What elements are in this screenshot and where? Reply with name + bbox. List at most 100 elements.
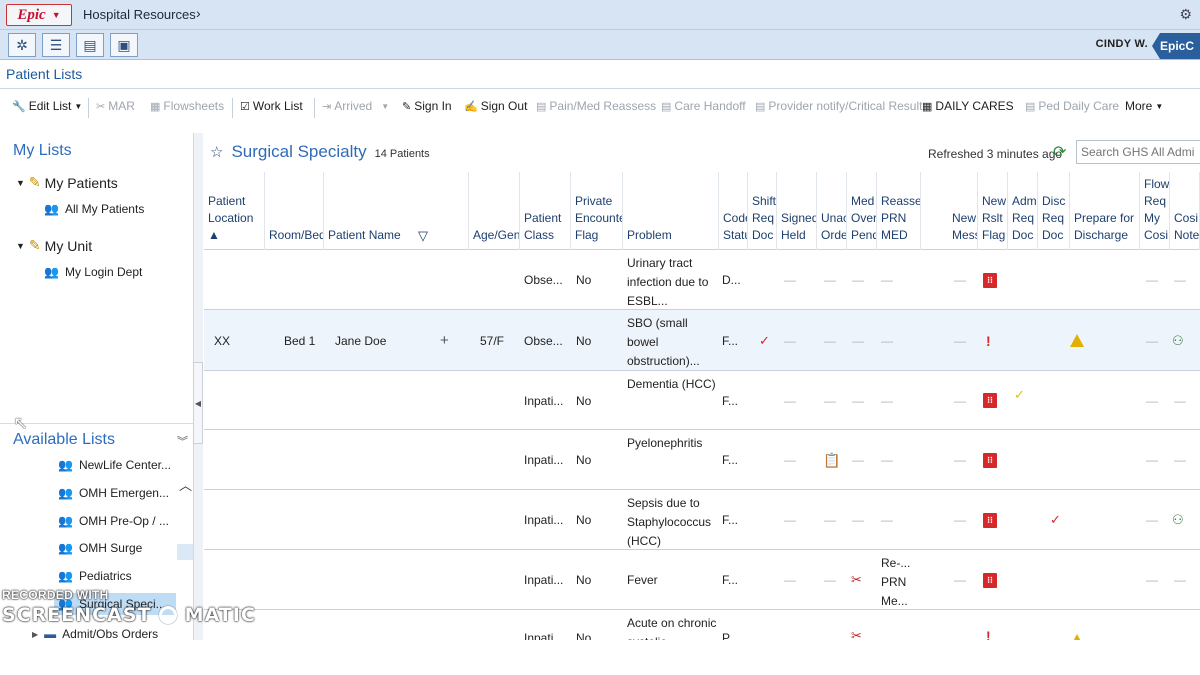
cell-result-alert[interactable]: ! xyxy=(986,626,991,640)
list-label: OMH Surge xyxy=(78,541,143,555)
refresh-icon[interactable]: ⟳ xyxy=(1053,142,1066,162)
report-icon[interactable]: ▣ xyxy=(110,33,138,57)
col-prepare-discharge[interactable]: Prepare for Discharge xyxy=(1070,172,1140,250)
col-problem[interactable]: Problem xyxy=(623,172,719,250)
flowsheets-button[interactable]: ▦ Flowsheets xyxy=(150,99,224,113)
arrived-button[interactable]: ⇥ Arrived ▼ xyxy=(322,99,389,113)
pain-med-reassess-button[interactable]: ▤ Pain/Med Reassess xyxy=(536,99,656,113)
cell-flow: — xyxy=(1146,573,1158,587)
cell-adm-doc[interactable]: ✓ xyxy=(1014,365,1025,424)
result-flag-icon: ⁝⁝ xyxy=(983,452,997,468)
mar-button[interactable]: ✂ MAR xyxy=(96,99,135,113)
snapboard-icon[interactable]: ✲ xyxy=(8,33,36,57)
provider-notify-button[interactable]: ▤ Provider notify/Critical Result xyxy=(755,99,922,113)
cell-prepare-discharge[interactable] xyxy=(1070,630,1084,640)
col-reassess-prn-med[interactable]: Reasse PRN MED xyxy=(877,172,921,250)
col-patient-name[interactable]: Patient Name ▽ xyxy=(324,172,469,250)
cell-prepare-discharge[interactable] xyxy=(1070,310,1084,371)
available-list-item[interactable]: 👥 OMH Pre-Op / ... xyxy=(58,514,169,528)
cell-result-flag[interactable]: ⁝⁝ xyxy=(983,550,997,610)
sign-in-button[interactable]: ✎ Sign In xyxy=(402,99,452,113)
epicc-tab[interactable]: EpicC xyxy=(1152,33,1200,59)
patient-search-input[interactable] xyxy=(1076,140,1200,164)
edit-list-button[interactable]: 🔧 Edit List ▼ xyxy=(12,99,82,113)
cell-unack: — xyxy=(824,273,836,287)
add-icon[interactable]: + xyxy=(440,310,449,371)
col-med-over-pend[interactable]: Med Over Pend xyxy=(847,172,877,250)
list-my-login-dept[interactable]: 👥 My Login Dept xyxy=(44,265,142,279)
people-icon: 👥 xyxy=(58,514,73,528)
daily-cares-button[interactable]: ▦ DAILY CARES xyxy=(922,99,1014,113)
table-row[interactable]: Inpati... No Fever F... — — ✂ Re-... PRN… xyxy=(204,550,1200,610)
med-override-icon[interactable]: ✂ xyxy=(851,626,862,640)
col-code-status[interactable]: Code Status xyxy=(719,172,748,250)
col-disc-req-doc[interactable]: Disc Req Doc xyxy=(1038,172,1070,250)
group-my-patients[interactable]: ▼ ✎ My Patients xyxy=(16,174,118,191)
ped-daily-care-button[interactable]: ▤ Ped Daily Care xyxy=(1025,99,1119,113)
cell-shift-doc[interactable]: ✓ xyxy=(759,310,770,371)
chevron-right-icon[interactable]: › xyxy=(196,5,201,21)
table-row[interactable]: Obse... No Urinary tract infection due t… xyxy=(204,250,1200,310)
sign-out-label: Sign Out xyxy=(480,99,528,113)
col-unack-orders[interactable]: Unack Orders xyxy=(817,172,847,250)
scroll-up-icon[interactable]: ︿ xyxy=(179,475,192,494)
cell-result-flag[interactable]: ⁝⁝ xyxy=(983,371,997,430)
collapse-chevron-icon[interactable]: ︾ xyxy=(177,433,188,449)
scroll-thumb[interactable] xyxy=(177,544,193,560)
col-patient-location[interactable]: Patient Location ▲ xyxy=(204,172,265,250)
cell-disc-doc[interactable]: ✓ xyxy=(1050,490,1061,550)
watermark-line1: RECORDED WITH xyxy=(2,588,109,602)
col-private-encounter[interactable]: Private Encounter Flag xyxy=(571,172,623,250)
available-list-item[interactable]: 👥 OMH Emergen... xyxy=(58,486,169,500)
window-title: Hospital Resources xyxy=(83,7,196,22)
available-list-item[interactable]: 👥 NewLife Center... xyxy=(58,458,171,472)
patient-list-icon[interactable]: ☰ xyxy=(42,33,70,57)
col-shift-req-doc[interactable]: Shift Req Doc xyxy=(748,172,777,250)
care-handoff-button[interactable]: ▤ Care Handoff xyxy=(661,99,746,113)
cell-newmess: — xyxy=(954,453,966,467)
cell-reassess: — xyxy=(881,453,893,467)
more-button[interactable]: More ▼ xyxy=(1125,99,1163,113)
available-list-item[interactable]: 👥 OMH Surge xyxy=(58,541,142,555)
checklist-icon: ☑ xyxy=(240,100,250,113)
collapse-sidebar-button[interactable]: ◀ xyxy=(193,362,203,444)
col-flow-req-cosign[interactable]: Flow Req My Cosi xyxy=(1140,172,1170,250)
my-lists-heading: My Lists xyxy=(13,142,72,159)
col-new-result-flag[interactable]: New Rslt Flag xyxy=(978,172,1008,250)
epic-menu-button[interactable]: Epic ▼ xyxy=(6,4,72,26)
cosign-person-icon[interactable]: ⚇ xyxy=(1172,490,1184,550)
work-list-button[interactable]: ☑ Work List xyxy=(240,99,303,113)
cosign-person-icon[interactable]: ⚇ xyxy=(1172,310,1184,371)
group-my-unit[interactable]: ▼ ✎ My Unit xyxy=(16,237,92,254)
med-override-icon[interactable]: ✂ xyxy=(851,550,862,610)
table-row[interactable]: Inpati... No Acute on chronic systolic..… xyxy=(204,610,1200,640)
sign-out-button[interactable]: ✍ Sign Out xyxy=(464,99,527,113)
filter-icon[interactable]: ▽ xyxy=(418,227,428,244)
available-list-item[interactable]: 👥 Pediatrics xyxy=(58,569,132,583)
col-age-gender[interactable]: Age/Gen xyxy=(469,172,520,250)
table-row[interactable]: Inpati... No Pyelonephritis F... — 📋 — —… xyxy=(204,430,1200,490)
settings-gear-icon[interactable]: ⚙ xyxy=(1179,6,1192,23)
col-adm-req-doc[interactable]: Adm Req Doc xyxy=(1008,172,1038,250)
orders-clipboard-icon[interactable]: 📋 xyxy=(823,430,840,490)
available-list-folder[interactable]: ▶ ▬ Admit/Obs Orders xyxy=(32,627,158,641)
cell-result-flag[interactable]: ⁝⁝ xyxy=(983,490,997,550)
cell-result-alert[interactable]: ! xyxy=(986,310,991,371)
col-cosign-note[interactable]: Cosi Note xyxy=(1170,172,1200,250)
list-all-my-patients[interactable]: 👥 All My Patients xyxy=(44,202,144,216)
col-new-messages[interactable]: New Mess xyxy=(948,172,978,250)
star-icon[interactable]: ☆ xyxy=(210,143,223,161)
schedule-icon[interactable]: ▤ xyxy=(76,33,104,57)
cell-result-flag[interactable]: ⁝⁝ xyxy=(983,430,997,490)
table-row[interactable]: Inpati... No Sepsis due to Staphylococcu… xyxy=(204,490,1200,550)
cell-medover: — xyxy=(852,453,864,467)
user-name[interactable]: CINDY W. xyxy=(1096,38,1148,50)
col-signed-held[interactable]: Signed Held xyxy=(777,172,817,250)
table-row[interactable]: XX Bed 1 Jane Doe + 57/F Obse... No SBO … xyxy=(204,310,1200,371)
col-room-bed[interactable]: Room/Bed xyxy=(265,172,324,250)
cell-result-flag[interactable]: ⁝⁝ xyxy=(983,250,997,310)
col-patient-class[interactable]: Patient Class xyxy=(520,172,571,250)
column-label: Disc Req Doc xyxy=(1042,194,1066,242)
table-row[interactable]: Inpati... No Dementia (HCC) F... — — — —… xyxy=(204,371,1200,430)
people-icon: 👥 xyxy=(44,265,59,279)
